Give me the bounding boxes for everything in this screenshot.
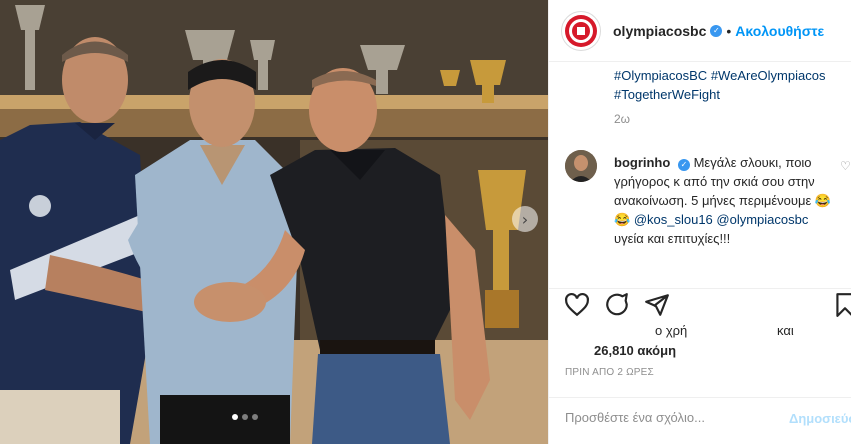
commenter-avatar[interactable] bbox=[565, 150, 597, 182]
post-timestamp: ΠΡΙΝ ΑΠΟ 2 ΩΡΕΣ bbox=[565, 367, 654, 378]
hashtag-link[interactable]: #WeAreOlympiacos bbox=[711, 68, 826, 83]
comment-icon[interactable] bbox=[604, 292, 630, 318]
hashtag-link[interactable]: #TogetherWeFight bbox=[614, 87, 720, 102]
likes-partial-text: και bbox=[777, 323, 794, 338]
carousel-dot bbox=[252, 414, 258, 420]
carousel-dot bbox=[242, 414, 248, 420]
photo-illustration bbox=[0, 0, 548, 444]
post-actions-section: ο χρή και 26,810 ακόμη ΠΡΙΝ ΑΠΟ 2 ΩΡΕΣ bbox=[549, 288, 851, 378]
post-photo: › bbox=[0, 0, 548, 444]
bookmark-icon[interactable] bbox=[832, 292, 851, 318]
next-photo-button[interactable]: › bbox=[512, 206, 538, 232]
likes-count[interactable]: 26,810 ακόμη bbox=[594, 343, 676, 358]
action-bar bbox=[549, 292, 851, 322]
account-username[interactable]: olympiacosbc bbox=[613, 23, 706, 39]
comment-input[interactable] bbox=[565, 410, 775, 425]
verified-icon: ✓ bbox=[710, 24, 723, 37]
post-side-panel: olympiacosbc ✓ • Ακολουθήστε #Olympiacos… bbox=[548, 0, 851, 444]
comment-text: bogrinho ✓ Μεγάλε σλουκι, ποιο γρήγορος … bbox=[614, 153, 836, 248]
comment-like-icon[interactable]: ♡ bbox=[840, 159, 851, 173]
avatar-image bbox=[565, 150, 597, 182]
mention-link[interactable]: @kos_slou16 bbox=[634, 212, 713, 227]
caption-hashtags: #OlympiacosBC #WeAreOlympiacos #Together… bbox=[614, 66, 844, 104]
header-separator: • bbox=[726, 22, 732, 39]
account-avatar[interactable] bbox=[561, 10, 601, 51]
post-header: olympiacosbc ✓ • Ακολουθήστε bbox=[549, 0, 851, 62]
carousel-dot bbox=[232, 414, 238, 420]
share-icon[interactable] bbox=[644, 292, 670, 318]
verified-icon: ✓ bbox=[677, 158, 690, 171]
follow-button[interactable]: Ακολουθήστε bbox=[735, 23, 824, 39]
olympiacos-logo-icon bbox=[565, 14, 597, 47]
post-comment-button[interactable]: Δημοσιεύστε bbox=[789, 411, 851, 426]
add-comment-bar: Δημοσιεύστε bbox=[549, 397, 851, 444]
likes-partial-text: ο χρή bbox=[655, 323, 688, 338]
hashtag-link[interactable]: #OlympiacosBC bbox=[614, 68, 707, 83]
comments-area[interactable]: #OlympiacosBC #WeAreOlympiacos #Together… bbox=[549, 62, 851, 288]
chevron-right-icon: › bbox=[521, 209, 529, 229]
carousel-indicator bbox=[232, 414, 258, 420]
comment-body-end: υγεία και επιτυχίες!!! bbox=[614, 231, 731, 246]
caption-time: 2ω bbox=[614, 112, 631, 126]
mention-link[interactable]: @olympiacosbc bbox=[716, 212, 808, 227]
commenter-username[interactable]: bogrinho bbox=[614, 155, 670, 170]
heart-icon[interactable] bbox=[564, 292, 590, 318]
